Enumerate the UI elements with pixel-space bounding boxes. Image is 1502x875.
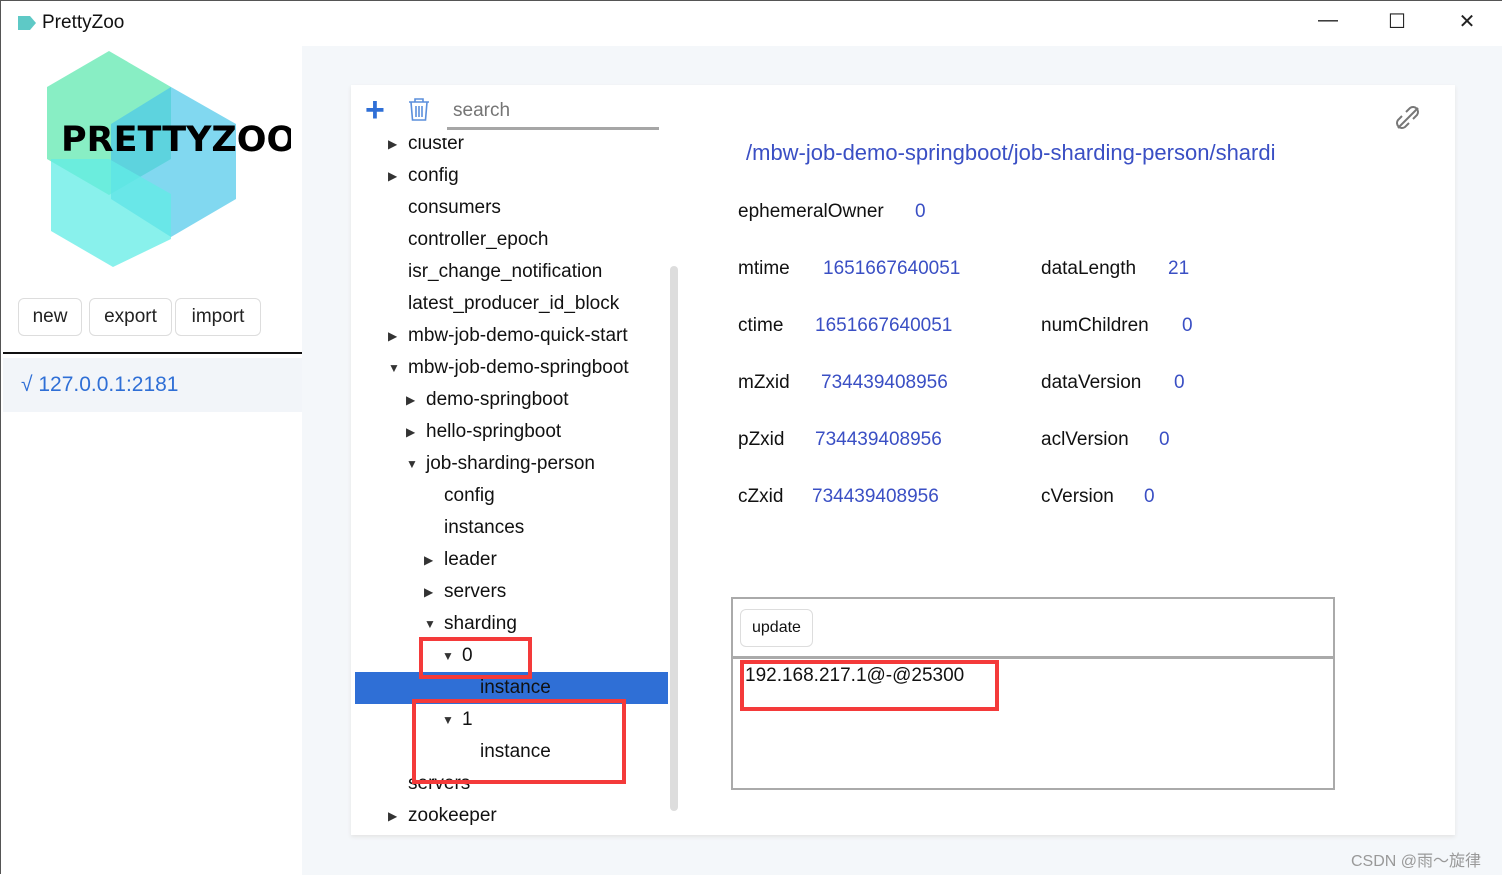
stat-label: mtime [738,258,790,279]
highlight-box [419,637,532,679]
close-button[interactable]: ✕ [1452,9,1482,34]
tree-node-label: job-sharding-person [426,453,595,474]
stat-label: mZxid [738,372,790,393]
tree-node[interactable]: consumers [355,192,668,224]
stat-value: 0 [1174,372,1185,393]
tree-node-label: latest_producer_id_block [408,293,620,314]
tree-node[interactable]: isr_change_notification [355,256,668,288]
tree-node[interactable]: ▶ config [355,160,668,192]
tree-node[interactable]: config [355,480,668,512]
tree-node-label: servers [444,581,507,602]
highlight-box [412,699,626,784]
tree-node-label: sharding [444,613,517,634]
tree-node[interactable]: controller_epoch [355,224,668,256]
caret-right-icon[interactable]: ▶ [406,384,415,416]
tree-node[interactable]: ▶ hello-springboot [355,416,668,448]
new-button[interactable]: new [18,298,82,336]
tree-node-label: leader [444,549,497,570]
window-title: PrettyZoo [42,12,125,33]
tree-node[interactable]: ▶ servers [355,576,668,608]
stat-value: 734439408956 [812,486,939,507]
tree-node-label: config [444,485,495,506]
tree-node-label: cluster [408,138,464,154]
disconnect-icon[interactable] [1394,104,1422,132]
server-item[interactable]: √ 127.0.0.1:2181 [3,358,302,412]
caret-down-icon[interactable]: ▼ [424,608,436,640]
tree-node-label: mbw-job-demo-quick-start [408,325,628,346]
highlight-box [740,660,999,711]
divider [733,656,1333,659]
trash-icon[interactable] [406,97,432,123]
stat-value: 0 [1182,315,1193,336]
stat-value: 1651667640051 [823,258,961,279]
tree-node-label: demo-springboot [426,389,569,410]
import-button[interactable]: import [175,298,261,336]
tree-node-label: mbw-job-demo-springboot [408,357,629,378]
tree-node[interactable]: instances [355,512,668,544]
stat-value: 1651667640051 [815,315,953,336]
stat-label: pZxid [738,429,785,450]
caret-down-icon[interactable]: ▼ [406,448,418,480]
node-path: /mbw-job-demo-springboot/job-sharding-pe… [746,140,1276,165]
search-input[interactable] [447,95,659,130]
stat-value: 0 [915,201,926,222]
stat-label: cZxid [738,486,784,507]
stat-label: dataVersion [1041,372,1142,393]
tree-node[interactable]: ▶ cluster [355,138,668,160]
caret-right-icon[interactable]: ▶ [388,800,397,831]
update-button[interactable]: update [740,609,813,647]
tree-node[interactable]: latest_producer_id_block [355,288,668,320]
tree-node-label: zookeeper [408,805,497,826]
stat-value: 21 [1168,258,1190,279]
minimize-button[interactable]: — [1313,9,1343,32]
stat-value: 734439408956 [821,372,948,393]
tree-node[interactable]: ▶ leader [355,544,668,576]
caret-right-icon[interactable]: ▶ [424,544,433,576]
tree-node[interactable]: ▶ zookeeper [355,800,668,831]
tree-node-label: consumers [408,197,501,218]
tree-node-label: isr_change_notification [408,261,603,282]
caret-down-icon[interactable]: ▼ [388,352,400,384]
title-bar: PrettyZoo — ☐ ✕ [1,1,1502,46]
caret-right-icon[interactable]: ▶ [406,416,415,448]
stat-value: 0 [1144,486,1155,507]
tree-node-label: controller_epoch [408,229,549,250]
tree-node[interactable]: ▶ demo-springboot [355,384,668,416]
svg-text:PRETTYZOO: PRETTYZOO [61,120,291,160]
app-icon [18,16,36,30]
caret-right-icon[interactable]: ▶ [388,138,397,160]
stat-value: 0 [1159,429,1170,450]
tree-node[interactable]: ▼ mbw-job-demo-springboot [355,352,668,384]
tree-node-label: instances [444,517,525,538]
divider [3,352,302,354]
export-button[interactable]: export [89,298,172,336]
caret-right-icon[interactable]: ▶ [424,576,433,608]
watermark: CSDN @雨～旋律 [1351,853,1482,870]
caret-right-icon[interactable]: ▶ [388,320,397,352]
tree-node[interactable]: ▼ sharding [355,608,668,640]
tree-node-label: hello-springboot [426,421,562,442]
stat-label: aclVersion [1041,429,1129,450]
maximize-button[interactable]: ☐ [1382,9,1412,34]
stat-label: ctime [738,315,784,336]
stat-label: ephemeralOwner [738,201,884,222]
stat-label: dataLength [1041,258,1137,279]
tree-node[interactable]: ▼ job-sharding-person [355,448,668,480]
add-node-icon[interactable]: + [365,91,385,129]
caret-right-icon[interactable]: ▶ [388,160,397,192]
stat-value: 734439408956 [815,429,942,450]
tree-node-label: config [408,165,459,186]
stat-label: cVersion [1041,486,1114,507]
prettyzoo-logo: PRETTYZOO [47,51,291,267]
tree-scrollbar[interactable] [670,266,678,811]
stat-label: numChildren [1041,315,1149,336]
tree-node[interactable]: ▶ mbw-job-demo-quick-start [355,320,668,352]
